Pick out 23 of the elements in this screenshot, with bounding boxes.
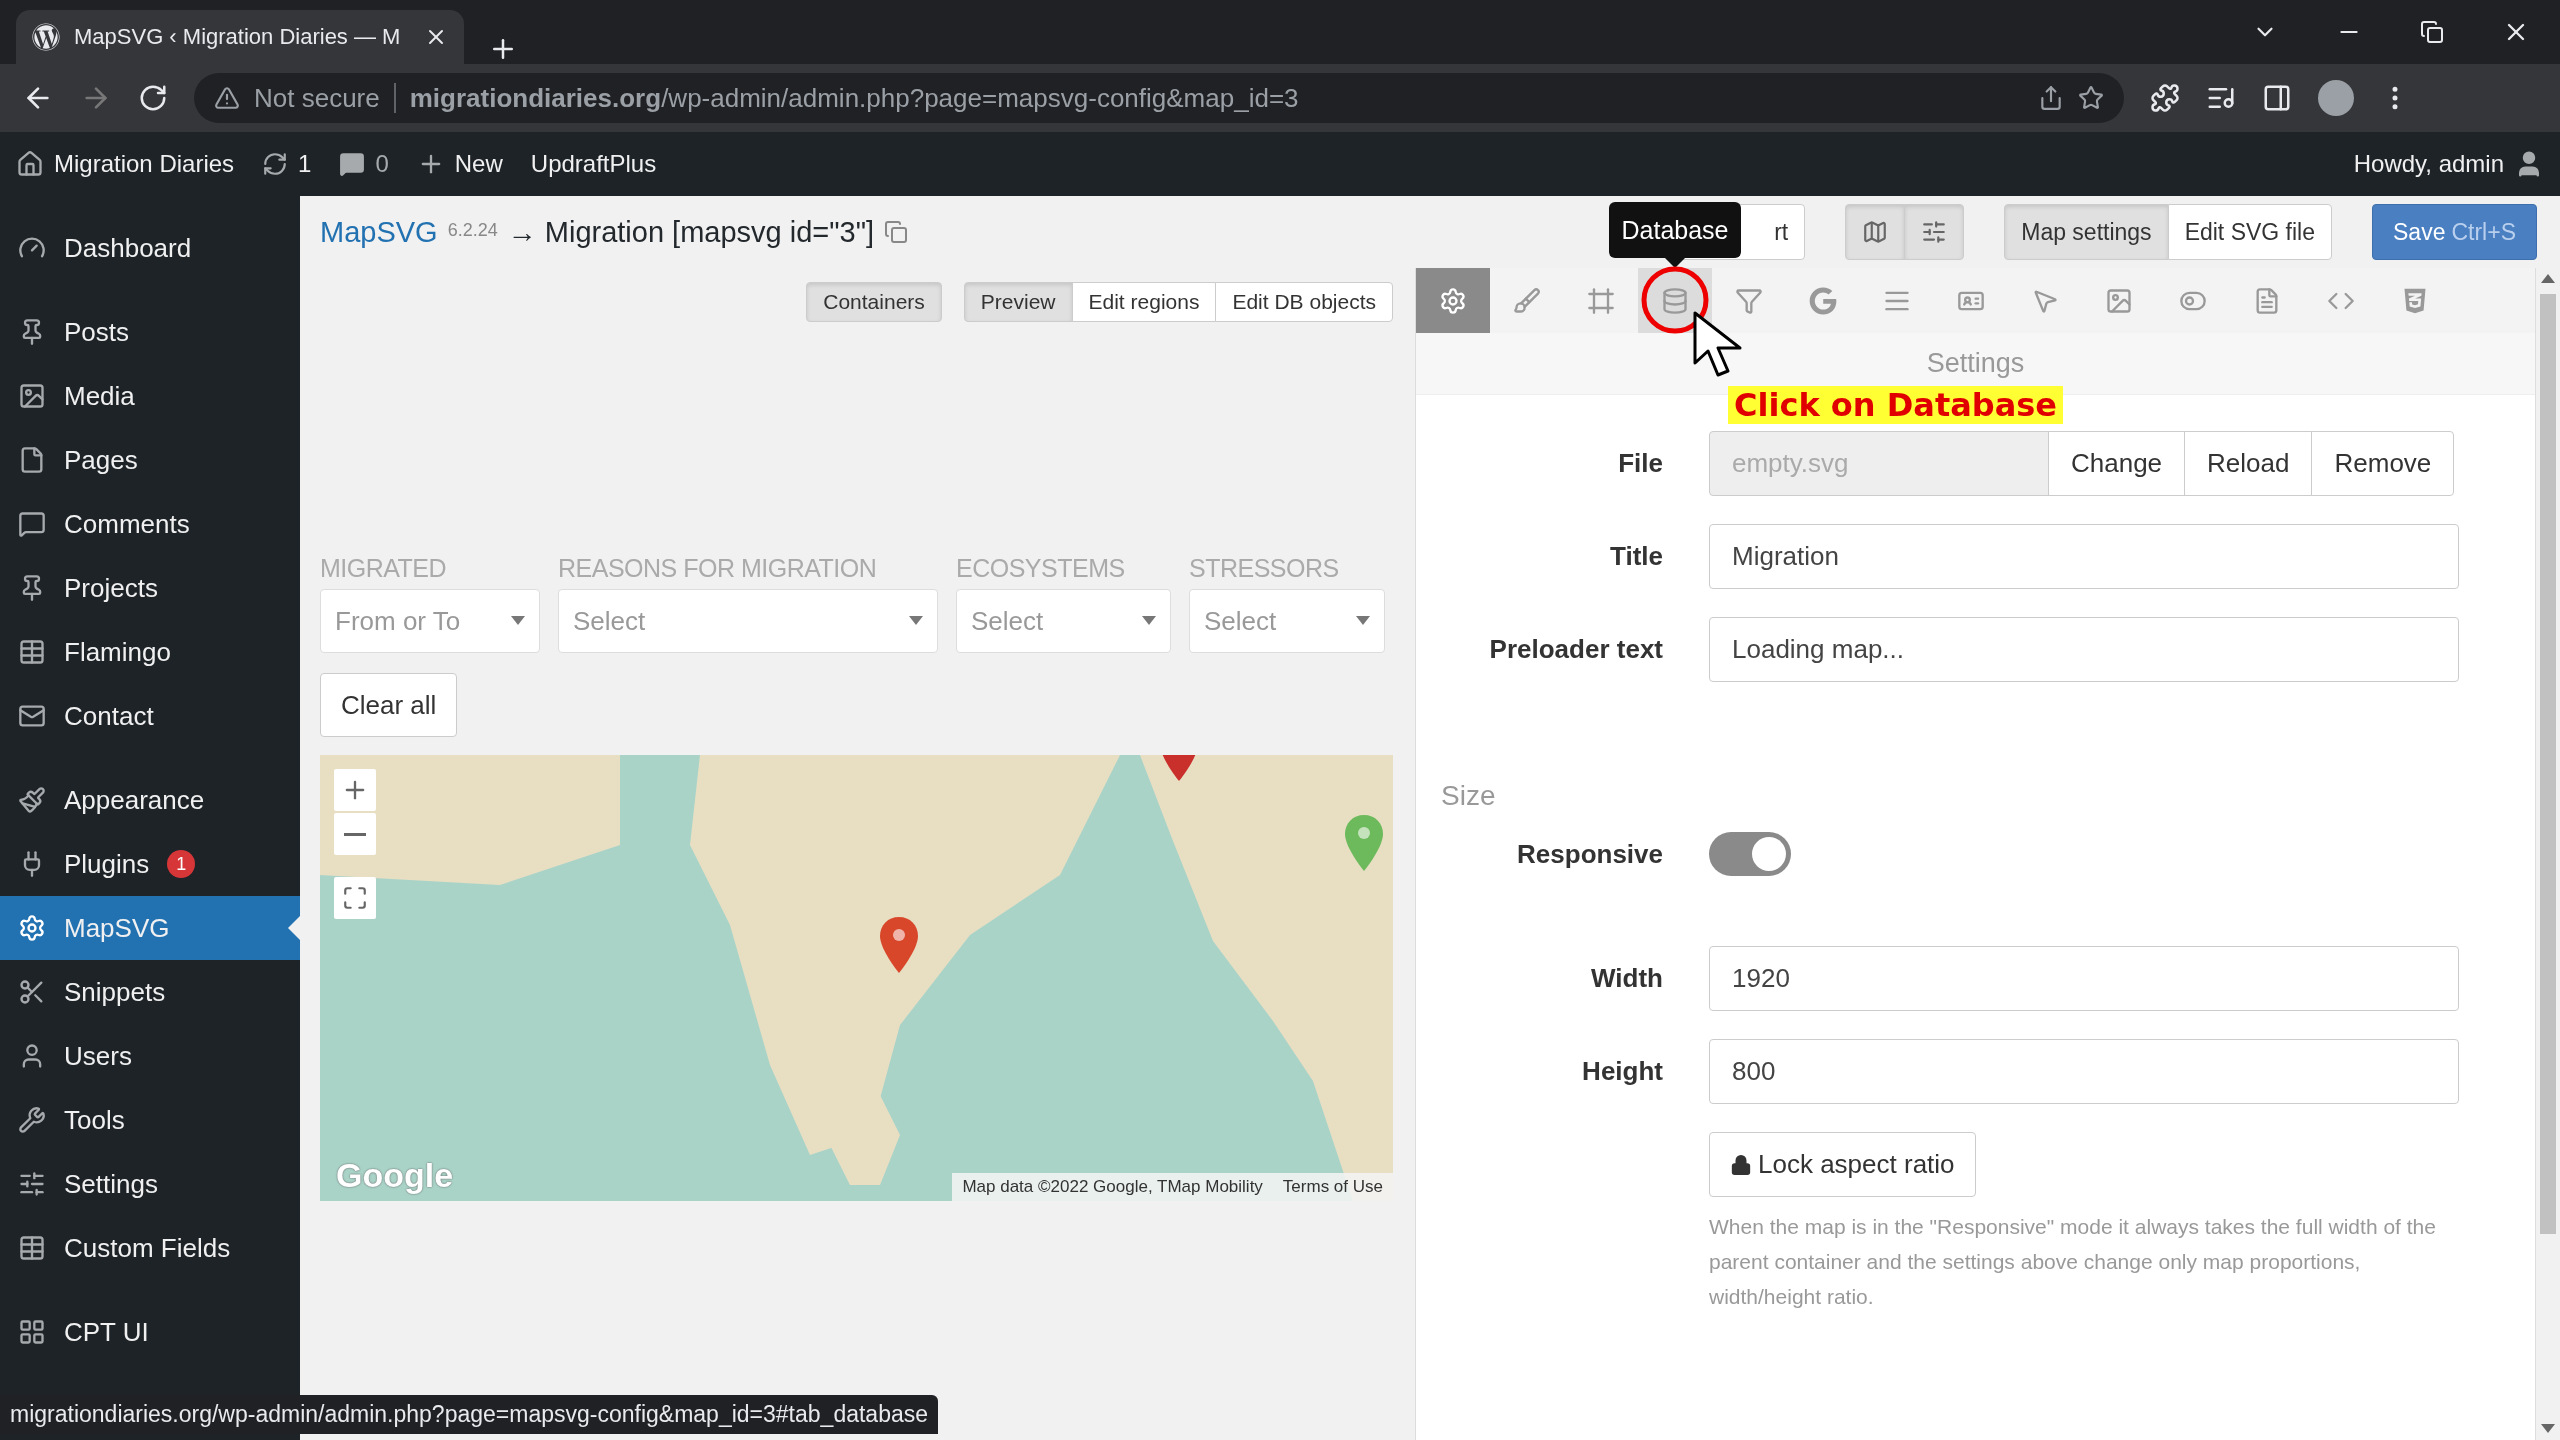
security-label: Not secure [254,82,380,114]
filter-label: STRESSORS [1189,554,1340,583]
section-title: Settings [1926,348,2025,379]
attribution-text: Map data ©2022 Google, TMap Mobility [962,1177,1263,1197]
tooltip: Database [1609,202,1741,258]
field-label: Width [1590,963,1663,994]
filter-label: ECOSYSTEMS [956,554,1126,583]
help-text: When the map is in the "Responsive" mode it always takes the full width of the parent container and the settings above change only map proportions, width/height ratio. [1709,1214,2437,1310]
filter-label: MIGRATED [320,554,448,583]
field-label: Title [1609,541,1663,572]
field-label: Height [1581,1056,1663,1087]
version-text: 6.2.24 [447,219,498,241]
section-heading: Size [1441,780,1496,812]
field-label: Responsive [1516,838,1663,870]
filter-label: REASONS FOR MIGRATION [558,554,878,583]
tab-title: MapSVG ‹ Migration Diaries — M [74,24,402,50]
field-label: File [1617,448,1663,479]
annotation-label: Click on Database [1728,386,2063,424]
map-logo: Google [336,1156,454,1195]
field-label: Preloader text [1488,634,1663,665]
url-text: migrationdiaries.org/wp-admin/admin.php?page=mapsvg-config&map_id=3 [409,82,1299,114]
page-title: → Migration [mapsvg id="3"] [507,215,875,249]
count-badge: 1 [167,850,196,878]
